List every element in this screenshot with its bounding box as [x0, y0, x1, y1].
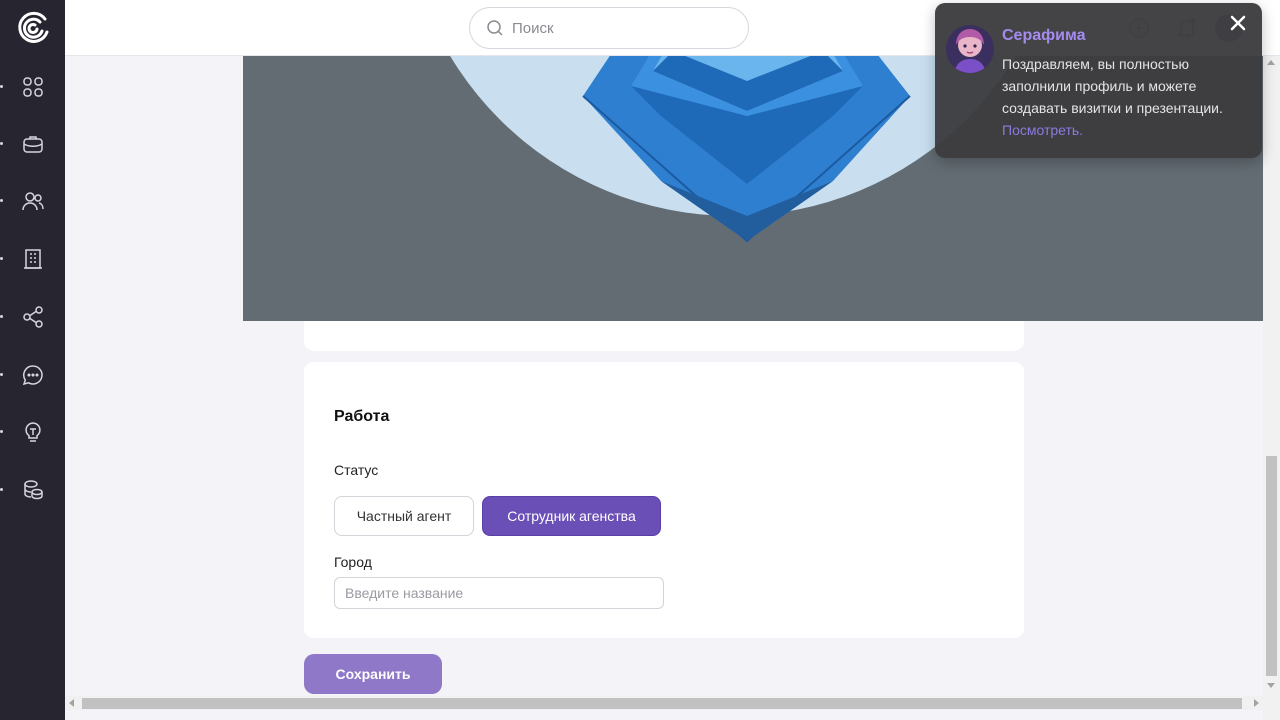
sidebar-item-briefcase[interactable] — [0, 124, 65, 164]
vertical-scrollbar[interactable] — [1263, 56, 1280, 696]
scrollbar-corner — [1263, 696, 1280, 720]
status-agency-employee-button[interactable]: Сотрудник агенства — [482, 496, 661, 536]
scroll-thumb[interactable] — [82, 698, 1242, 709]
sidebar-item-dashboard[interactable] — [0, 67, 65, 107]
grid-icon — [22, 77, 43, 97]
status-label: Статус — [334, 462, 379, 478]
section-title: Работа — [334, 408, 390, 425]
sidebar-item-database[interactable] — [0, 470, 65, 510]
sidebar-item-ideas[interactable] — [0, 412, 65, 452]
nav-indicator — [0, 142, 3, 145]
search-input[interactable] — [512, 19, 732, 37]
scroll-down-arrow-icon[interactable] — [1267, 683, 1275, 688]
nav-indicator — [0, 199, 3, 202]
scroll-thumb[interactable] — [1266, 456, 1277, 676]
assistant-avatar — [946, 25, 994, 73]
nav-indicator — [0, 315, 3, 318]
scroll-left-arrow-icon[interactable] — [69, 699, 74, 707]
search-box[interactable] — [469, 7, 749, 49]
horizontal-scrollbar[interactable] — [65, 696, 1263, 710]
work-section: Работа Статус Частный агент Сотрудник аг… — [304, 362, 1024, 638]
database-icon — [23, 480, 43, 500]
building-icon — [23, 249, 42, 269]
city-input[interactable] — [334, 577, 664, 609]
assistant-name: Серафима — [1002, 27, 1086, 44]
nav-indicator — [0, 373, 3, 376]
city-label: Город — [334, 554, 372, 570]
users-icon — [21, 192, 44, 211]
scroll-up-arrow-icon[interactable] — [1267, 60, 1275, 65]
nav-indicator — [0, 430, 3, 433]
briefcase-icon — [22, 136, 43, 153]
nav-indicator — [0, 85, 3, 88]
toast-message: Поздравляем, вы полностью заполнили проф… — [1002, 53, 1232, 141]
status-private-agent-button[interactable]: Частный агент — [334, 496, 474, 536]
sidebar-item-users[interactable] — [0, 181, 65, 221]
logo-icon[interactable] — [15, 10, 51, 46]
sidebar-item-chat[interactable] — [0, 355, 65, 395]
notification-toast: Серафима Поздравляем, вы полностью запол… — [935, 3, 1262, 158]
page-bottom — [65, 710, 1263, 720]
nav-indicator — [0, 257, 3, 260]
scroll-right-arrow-icon[interactable] — [1254, 699, 1259, 707]
share-icon — [22, 306, 43, 328]
sidebar-item-share[interactable] — [0, 297, 65, 337]
lightbulb-icon — [24, 422, 41, 442]
search-icon — [487, 20, 503, 36]
sidebar-item-buildings[interactable] — [0, 239, 65, 279]
toast-view-link[interactable]: Посмотреть. — [1002, 122, 1083, 138]
chat-icon — [22, 365, 43, 386]
toast-message-text: Поздравляем, вы полностью заполнили проф… — [1002, 56, 1223, 116]
close-icon[interactable] — [1228, 13, 1248, 33]
sidebar — [0, 0, 65, 720]
profile-card-bottom — [304, 321, 1024, 351]
nav-indicator — [0, 488, 3, 491]
save-button[interactable]: Сохранить — [304, 654, 442, 694]
